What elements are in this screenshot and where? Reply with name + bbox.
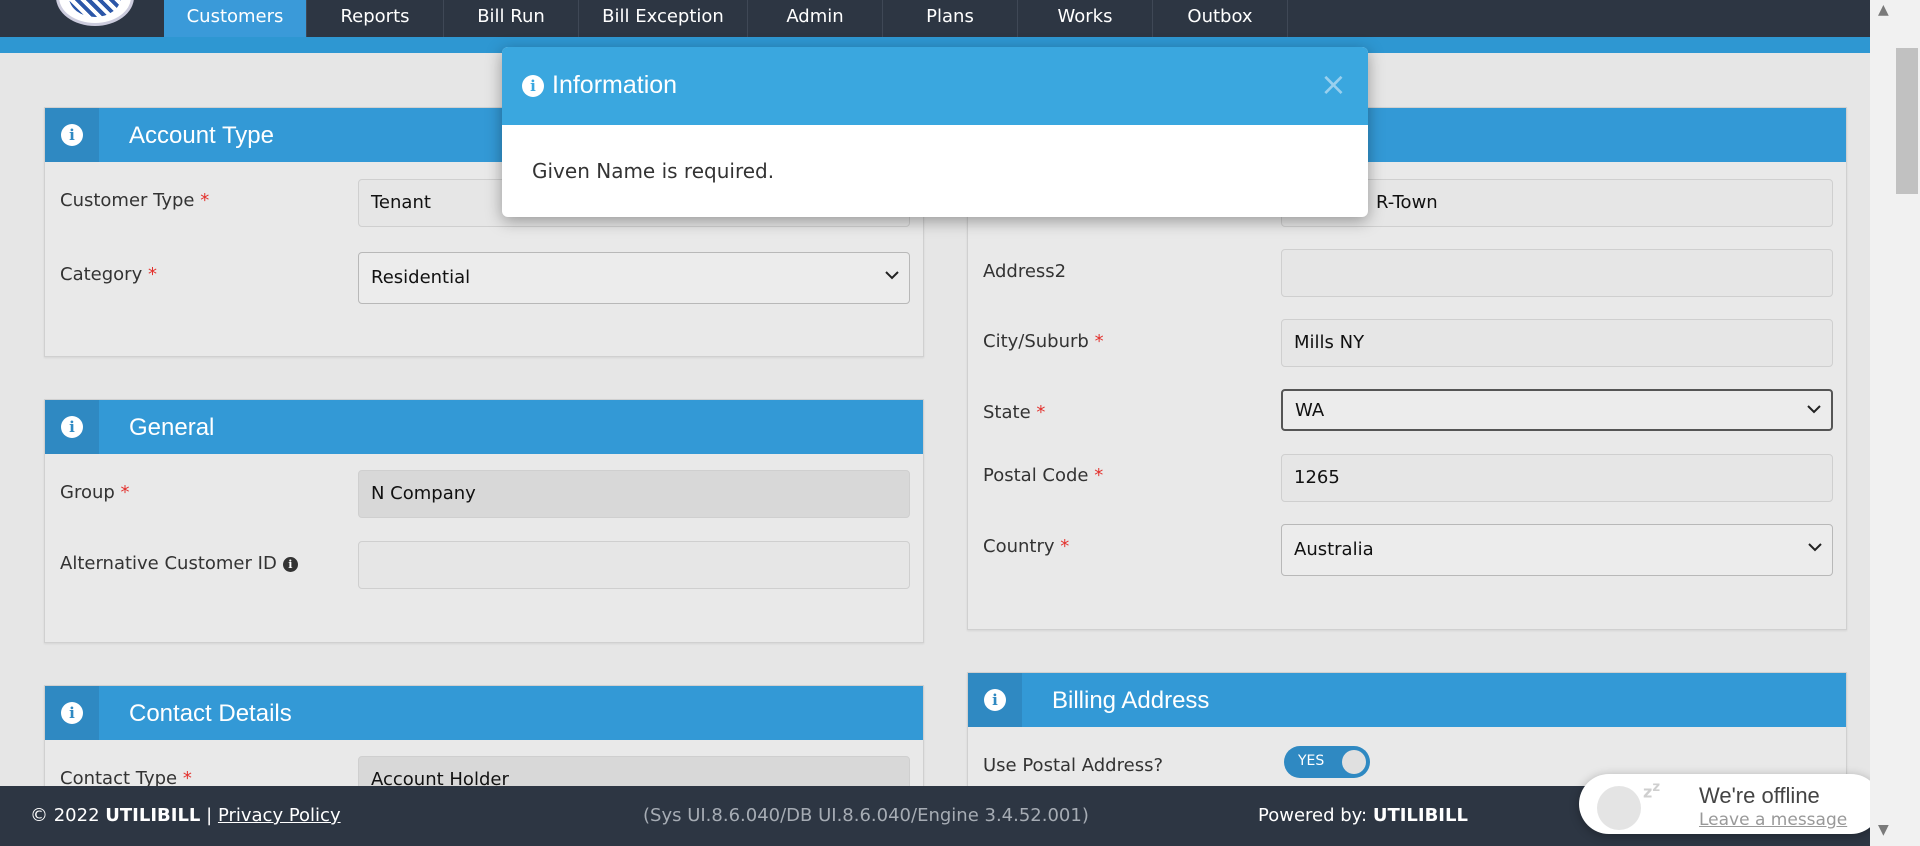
- modal-title: Information: [552, 71, 678, 99]
- address2-input[interactable]: [1281, 249, 1833, 297]
- info-icon[interactable]: i: [282, 557, 298, 572]
- category-select[interactable]: Residential: [358, 252, 910, 304]
- city-label: City/Suburb *: [983, 331, 1104, 352]
- chat-status: We're offline: [1699, 783, 1820, 808]
- info-icon[interactable]: i: [984, 689, 1006, 711]
- contact-details-title: Contact Details: [129, 700, 292, 727]
- copyright: © 2022 UTILIBILL | Privacy Policy: [30, 805, 341, 826]
- sleeping-face-icon: [1597, 786, 1641, 830]
- info-icon: i: [522, 75, 544, 97]
- alt-customer-id-input[interactable]: [358, 541, 910, 589]
- leave-message-link[interactable]: Leave a message: [1699, 810, 1847, 830]
- city-input[interactable]: Mills NY: [1281, 319, 1833, 367]
- customer-type-label: Customer Type *: [60, 190, 210, 211]
- top-navbar: Customers Reports Bill Run Bill Exceptio…: [0, 0, 1870, 37]
- group-label: Group *: [60, 482, 130, 503]
- postal-code-input[interactable]: 1265: [1281, 454, 1833, 502]
- category-label: Category *: [60, 264, 157, 285]
- zzz-icon: zz: [1643, 780, 1661, 802]
- state-select[interactable]: WA: [1281, 389, 1833, 431]
- general-header: i General: [45, 400, 923, 454]
- modal-header: i Information ×: [502, 47, 1368, 125]
- general-title: General: [129, 414, 215, 441]
- country-select[interactable]: Australia: [1281, 524, 1833, 576]
- toggle-yes-label: YES: [1298, 753, 1325, 769]
- scroll-down-arrow-icon[interactable]: ▼: [1878, 822, 1889, 838]
- state-label: State *: [983, 402, 1046, 423]
- chevron-down-icon: [1808, 525, 1822, 552]
- contact-details-header: i Contact Details: [45, 686, 923, 740]
- group-field[interactable]: N Company: [358, 470, 910, 518]
- contact-details-panel: i Contact Details Contact Type * Account…: [44, 685, 924, 804]
- menu-item-outbox[interactable]: Outbox: [1153, 0, 1288, 37]
- scrollbar-thumb[interactable]: [1896, 48, 1918, 194]
- menu-item-customers[interactable]: Customers: [164, 0, 307, 37]
- info-icon[interactable]: i: [61, 124, 83, 146]
- menu-item-works[interactable]: Works: [1018, 0, 1153, 37]
- billing-address-header: i Billing Address: [968, 673, 1846, 727]
- close-icon[interactable]: ×: [1320, 65, 1347, 103]
- privacy-policy-link[interactable]: Privacy Policy: [218, 805, 341, 826]
- menu-item-reports[interactable]: Reports: [307, 0, 444, 37]
- account-type-title: Account Type: [129, 122, 274, 149]
- billing-address-title: Billing Address: [1052, 687, 1210, 714]
- alt-customer-id-label: Alternative Customer ID i: [60, 553, 298, 574]
- utilibill-logo[interactable]: [56, 0, 134, 26]
- menu-item-admin[interactable]: Admin: [748, 0, 883, 37]
- version-info: (Sys UI.8.6.040/DB UI.8.6.040/Engine 3.4…: [643, 805, 1089, 826]
- main-menu: Customers Reports Bill Run Bill Exceptio…: [164, 0, 1288, 37]
- powered-by: Powered by: UTILIBILL: [1258, 805, 1468, 826]
- use-postal-address-toggle[interactable]: YES: [1284, 746, 1370, 778]
- country-label: Country *: [983, 536, 1070, 557]
- menu-item-plans[interactable]: Plans: [883, 0, 1018, 37]
- use-postal-address-label: Use Postal Address?: [983, 755, 1163, 776]
- postal-code-label: Postal Code *: [983, 465, 1104, 486]
- menu-item-bill-exception[interactable]: Bill Exception: [579, 0, 748, 37]
- toggle-knob: [1342, 750, 1366, 774]
- chevron-down-icon: [885, 253, 899, 280]
- menu-item-bill-run[interactable]: Bill Run: [444, 0, 579, 37]
- info-icon[interactable]: i: [61, 416, 83, 438]
- chat-widget[interactable]: zz We're offline Leave a message: [1579, 774, 1881, 834]
- scroll-up-arrow-icon[interactable]: ▲: [1878, 2, 1889, 18]
- info-icon[interactable]: i: [61, 702, 83, 724]
- address2-label: Address2: [983, 261, 1067, 282]
- general-panel: i General Group * N Company Alternative …: [44, 399, 924, 643]
- chevron-down-icon: [1807, 391, 1821, 414]
- information-modal: i Information × Given Name is required.: [502, 47, 1368, 217]
- modal-message: Given Name is required.: [532, 159, 775, 183]
